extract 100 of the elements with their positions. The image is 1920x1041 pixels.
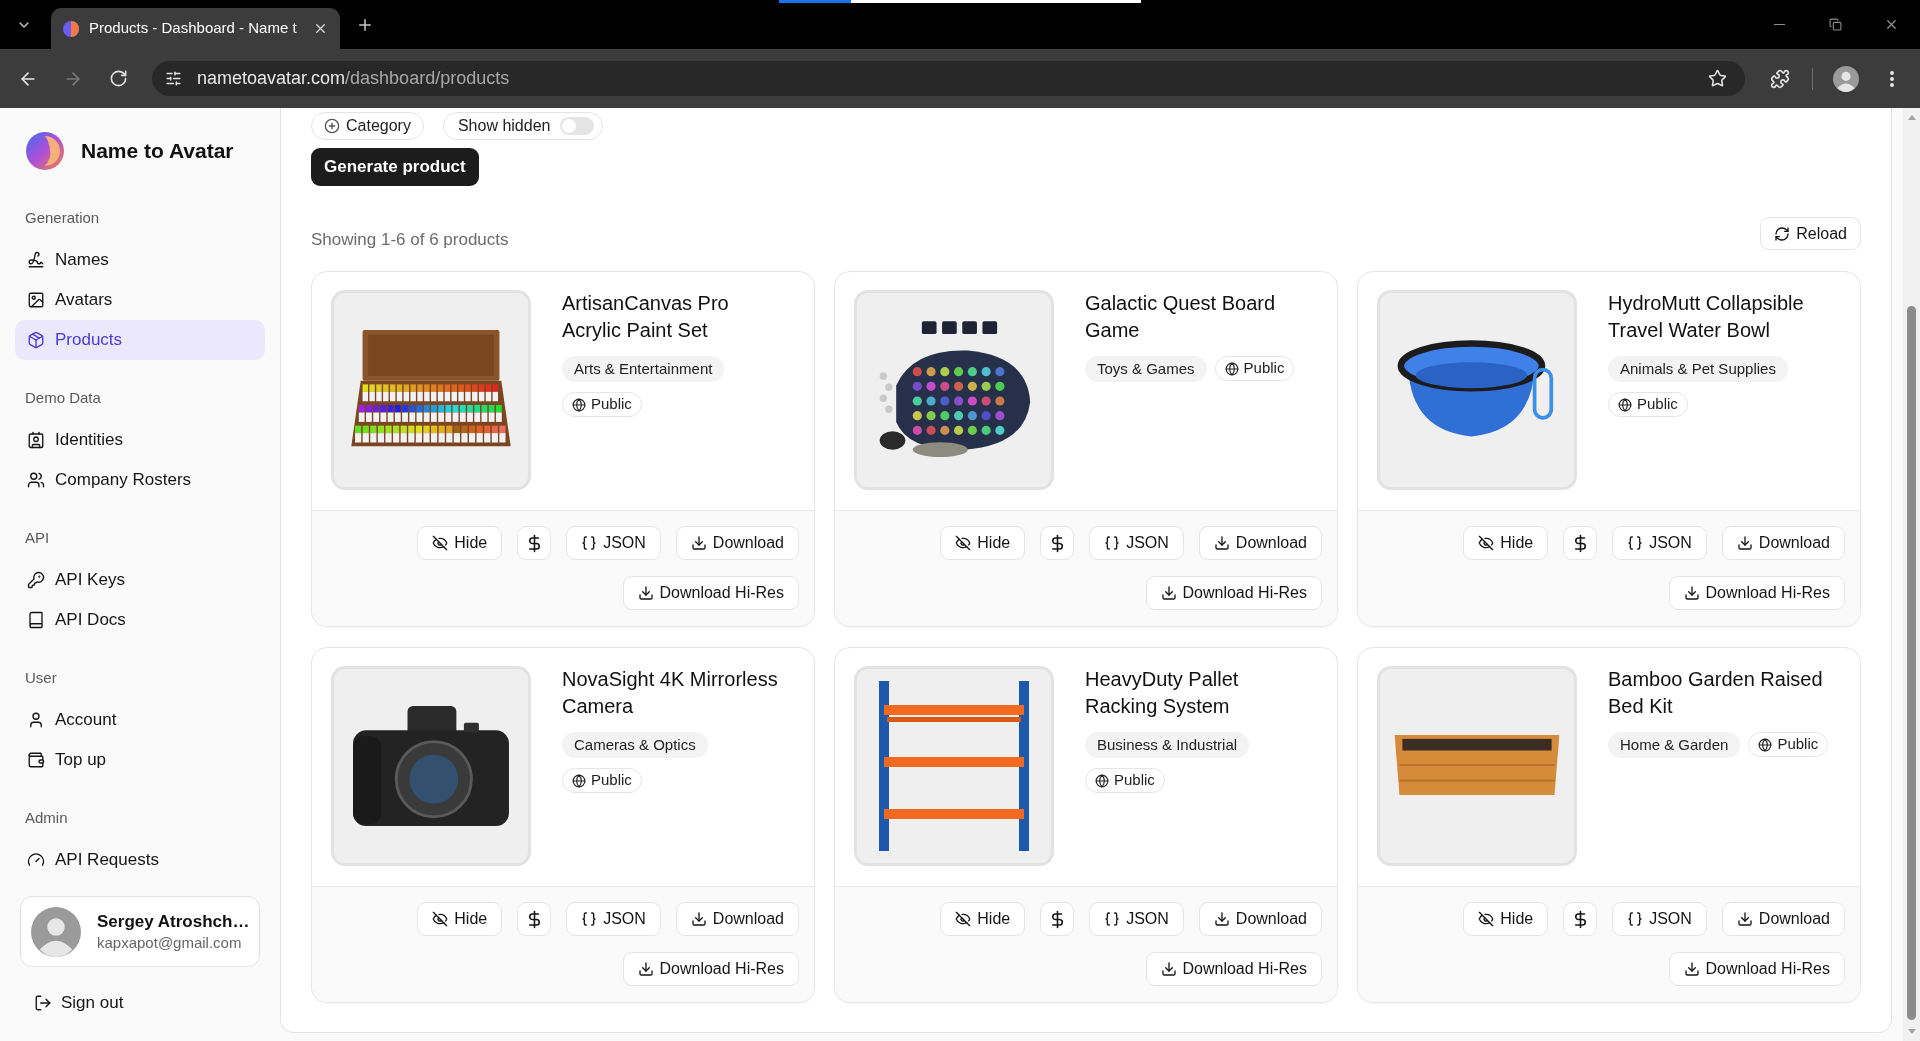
eye-off-icon	[432, 911, 449, 927]
nav-item[interactable]: Account	[15, 700, 265, 740]
user-card[interactable]: Sergey Atroshch… kapxapot@gmail.com	[20, 896, 260, 967]
globe-icon	[1618, 397, 1632, 412]
hide-button[interactable]: Hide	[940, 526, 1026, 560]
price-button[interactable]	[1040, 526, 1075, 560]
braces-icon	[1104, 911, 1121, 927]
nav-item[interactable]: Avatars	[15, 280, 265, 320]
braces-icon	[1627, 911, 1644, 927]
user-email: kapxapot@gmail.com	[97, 932, 243, 953]
download-button[interactable]: Download	[1198, 902, 1322, 936]
sliders-icon[interactable]	[165, 70, 182, 87]
globe-icon	[572, 397, 586, 412]
eye-off-icon	[955, 911, 972, 927]
hide-button[interactable]: Hide	[1463, 902, 1549, 936]
nav-item[interactable]: Top up	[15, 740, 265, 780]
hide-button[interactable]: Hide	[417, 526, 503, 560]
nav-item[interactable]: API Keys	[15, 560, 265, 600]
visibility-text: Public	[591, 394, 632, 415]
star-icon[interactable]	[1708, 69, 1727, 88]
visibility-text: Public	[1114, 770, 1155, 791]
download-button[interactable]: Download	[675, 526, 799, 560]
section-heading: API	[24, 528, 51, 548]
download-hires-button[interactable]: Download Hi-Res	[622, 576, 799, 610]
menu-icon	[1890, 70, 1894, 87]
browser-tab[interactable]: Products - Dashboard - Name t	[51, 8, 340, 49]
globe-icon	[1095, 773, 1109, 788]
braces-icon	[1627, 535, 1644, 551]
json-button[interactable]: JSON	[1089, 526, 1184, 560]
price-button[interactable]	[1563, 526, 1598, 560]
hide-button[interactable]: Hide	[1463, 526, 1549, 560]
download-button[interactable]: Download	[1721, 902, 1845, 936]
braces-icon	[581, 535, 598, 551]
eye-off-icon	[432, 535, 449, 551]
price-button[interactable]	[1040, 902, 1075, 936]
globe-icon	[572, 773, 586, 788]
hide-button[interactable]: Hide	[417, 902, 503, 936]
puzzle-icon	[1770, 68, 1790, 89]
download-hires-button[interactable]: Download Hi-Res	[1145, 952, 1322, 986]
generate-button[interactable]: Generate product	[311, 148, 479, 186]
nav-item[interactable]: Names	[15, 240, 265, 280]
download-button[interactable]: Download	[675, 902, 799, 936]
section-heading: Generation	[24, 208, 101, 228]
nav-item[interactable]: Company Rosters	[15, 460, 265, 500]
download-hires-button[interactable]: Download Hi-Res	[1668, 952, 1845, 986]
download-button[interactable]: Download	[1198, 526, 1322, 560]
reload-icon	[108, 69, 128, 88]
address-bar[interactable]: nametoavatar.com/dashboard/products	[152, 61, 1745, 96]
download-icon	[1213, 535, 1230, 551]
product-title: HydroMutt Collapsible Travel Water Bowl	[1608, 291, 1805, 343]
profile-button[interactable]	[1833, 65, 1859, 92]
scrollbar-thumb[interactable]	[1907, 306, 1916, 1020]
json-button[interactable]: JSON	[566, 902, 661, 936]
download-icon	[1160, 961, 1177, 977]
product-title: Bamboo Garden Raised Bed Kit	[1608, 667, 1824, 719]
reload-button[interactable]: Reload	[1760, 217, 1861, 250]
visibility-text: Public	[1777, 734, 1819, 755]
url-text[interactable]: nametoavatar.com/dashboard/products	[197, 65, 510, 92]
download-hires-button[interactable]: Download Hi-Res	[622, 952, 799, 986]
scrollbar[interactable]	[1903, 108, 1920, 1041]
user-icon	[27, 711, 45, 729]
minimize-icon	[1773, 24, 1785, 25]
price-button[interactable]	[1563, 902, 1598, 936]
download-icon	[690, 911, 707, 927]
price-button[interactable]	[517, 902, 552, 936]
download-icon	[1683, 585, 1700, 601]
brand-name: Name to Avatar	[81, 138, 234, 165]
hide-button[interactable]: Hide	[940, 902, 1026, 936]
nav-item[interactable]: API Docs	[15, 600, 265, 640]
category-filter[interactable]: Category	[311, 112, 424, 140]
json-button[interactable]: JSON	[566, 526, 661, 560]
show-hidden-filter[interactable]: Show hidden	[442, 112, 604, 140]
sign-out-button[interactable]: Sign out	[15, 983, 265, 1023]
plus-circle-icon	[324, 118, 340, 134]
download-icon	[1736, 911, 1753, 927]
nav-item[interactable]: API Requests	[15, 840, 265, 880]
json-button[interactable]: JSON	[1089, 902, 1184, 936]
download-icon	[1683, 961, 1700, 977]
category-tag: Toys & Games	[1085, 356, 1207, 382]
product-title: NovaSight 4K Mirrorless Camera	[562, 667, 779, 719]
download-button[interactable]: Download	[1721, 526, 1845, 560]
log-out-icon	[34, 994, 52, 1012]
avatar-icon	[31, 906, 81, 957]
json-button[interactable]: JSON	[1612, 902, 1707, 936]
section-heading: Demo Data	[24, 388, 102, 408]
product-title: HeavyDuty Pallet Racking System	[1085, 667, 1240, 719]
image-icon	[27, 291, 45, 309]
toggle-switch[interactable]	[560, 117, 595, 135]
download-hires-button[interactable]: Download Hi-Res	[1145, 576, 1322, 610]
nav-item[interactable]: Identities	[15, 420, 265, 460]
close-icon	[1884, 17, 1899, 32]
json-button[interactable]: JSON	[1612, 526, 1707, 560]
visibility-text: Public	[591, 770, 632, 791]
download-hires-button[interactable]: Download Hi-Res	[1668, 576, 1845, 610]
results-summary: Showing 1-6 of 6 products	[311, 230, 509, 250]
eye-off-icon	[1478, 535, 1495, 551]
price-button[interactable]	[517, 526, 552, 560]
download-icon	[637, 585, 654, 601]
nav-item[interactable]: Products	[15, 320, 265, 360]
visibility-text: Public	[1243, 358, 1285, 379]
